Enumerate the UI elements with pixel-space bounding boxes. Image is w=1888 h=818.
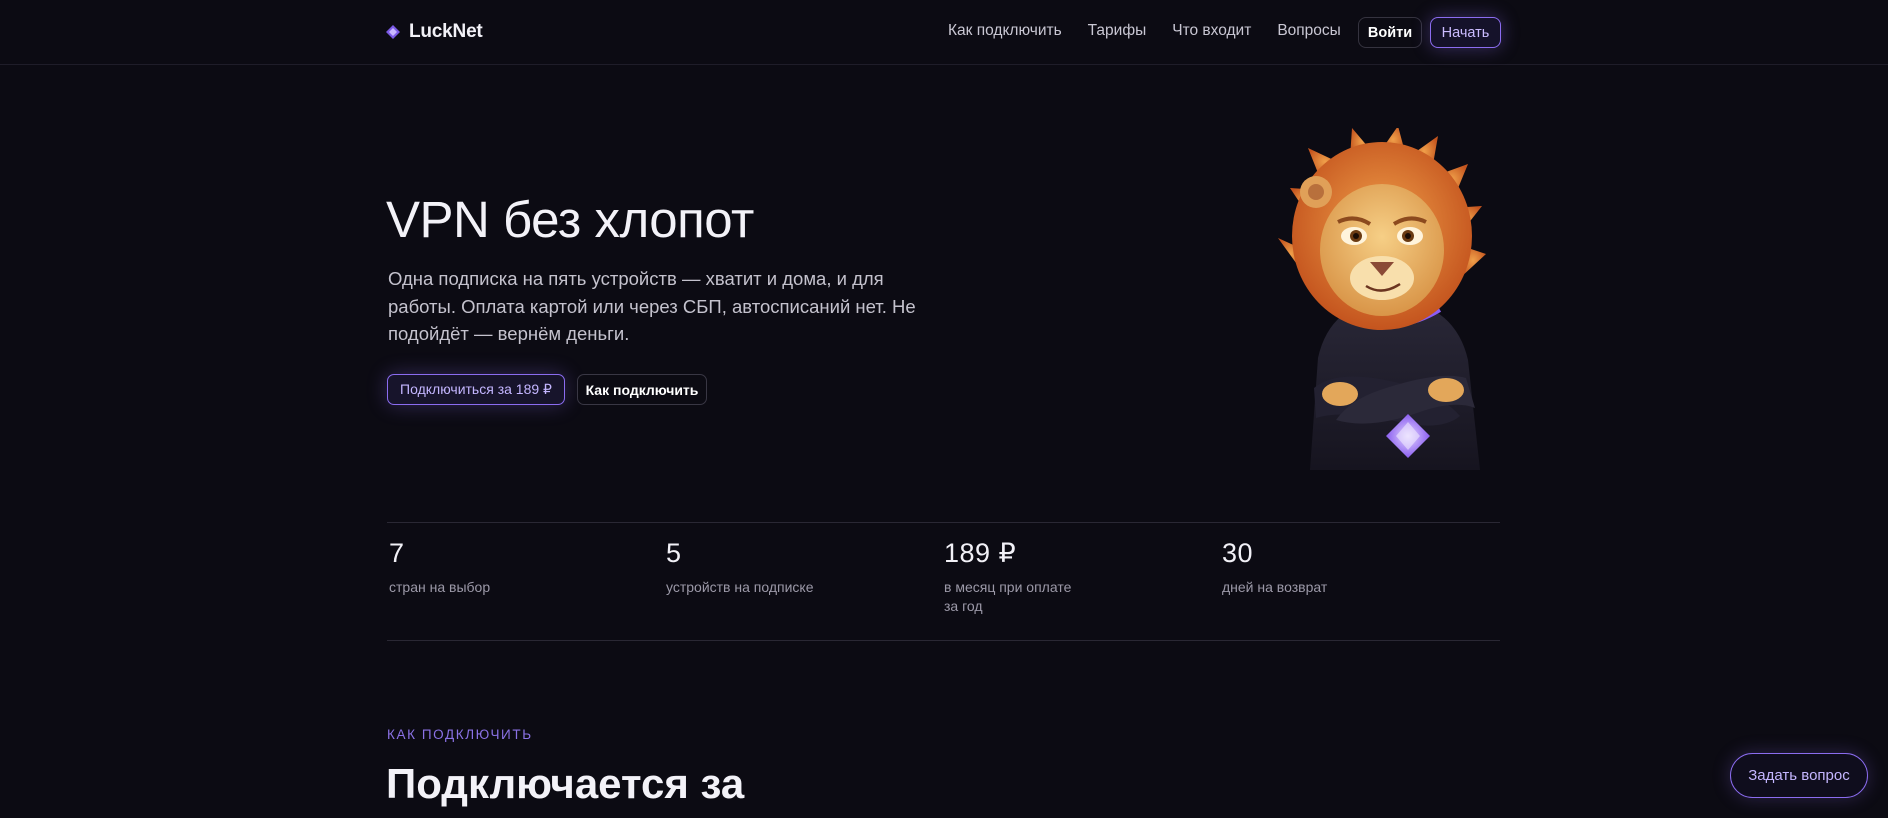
stats-top-divider [387,522,1500,523]
login-button[interactable]: Войти [1358,17,1422,48]
section-kicker: КАК ПОДКЛЮЧИТЬ [387,727,533,742]
lion-mascot-image [1270,126,1510,470]
stat-price: 189 ₽ в месяц при оплате за год [944,538,1084,616]
logo[interactable]: LuckNet [385,20,483,44]
stat-value: 5 [666,538,682,568]
ask-question-button[interactable]: Задать вопрос [1730,753,1868,798]
hero-description: Одна подписка на пять устройств — хватит… [388,268,916,344]
main-nav: Как подключить Тарифы Что входит Вопросы [948,22,1341,40]
stat-countries: 7 стран на выбор [389,538,609,597]
stats-bottom-divider [387,640,1500,641]
stat-value: 30 [1222,538,1254,568]
diamond-logo-icon [385,24,401,40]
stat-value: 189 ₽ [944,538,1017,568]
stat-devices: 5 устройств на подписке [666,538,886,597]
nav-link-whats-included[interactable]: Что входит [1172,22,1251,40]
subscribe-button[interactable]: Подключиться за 189 ₽ [387,374,565,405]
logo-text: LuckNet [409,21,483,42]
start-button[interactable]: Начать [1430,17,1501,48]
hero-title: VPN без хлопот [386,191,754,248]
stat-label: в месяц при оплате за год [944,579,1072,614]
section-title: Подключается за [386,760,745,807]
how-to-connect-button[interactable]: Как подключить [577,374,707,405]
nav-link-faq[interactable]: Вопросы [1277,22,1340,40]
stat-label: стран на выбор [389,579,491,595]
site-header: LuckNet Как подключить Тарифы Что входит… [0,0,1888,65]
stat-label: устройств на подписке [666,579,814,595]
stat-label: дней на возврат [1222,579,1328,595]
stat-value: 7 [389,538,405,568]
stat-refund-days: 30 дней на возврат [1222,538,1442,597]
nav-link-pricing[interactable]: Тарифы [1088,22,1147,40]
nav-link-how-to-connect[interactable]: Как подключить [948,22,1062,40]
